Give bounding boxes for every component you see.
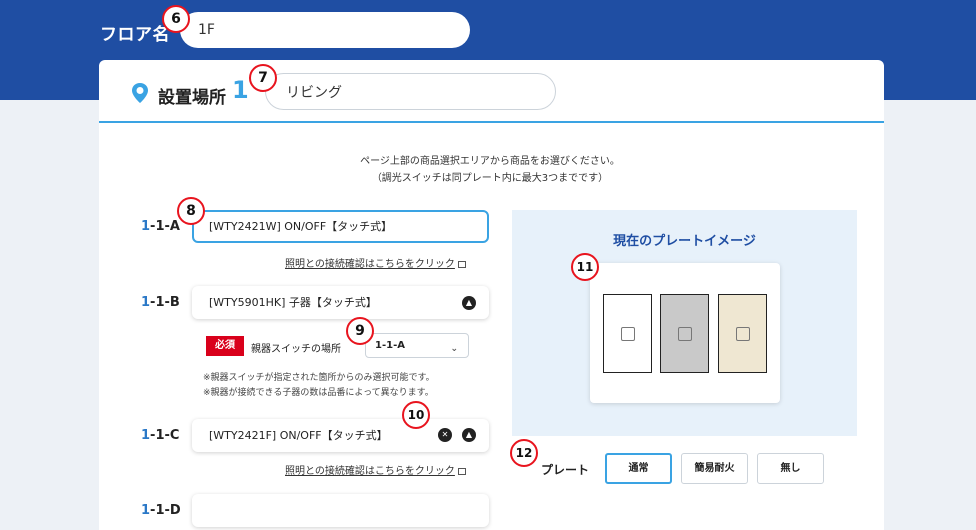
slot-label-suffix: -1-B: [150, 295, 180, 310]
location-pin-icon: [132, 83, 148, 103]
plate-option-fire-resistant[interactable]: 簡易耐火: [681, 453, 748, 484]
slot-select-d[interactable]: [192, 494, 489, 527]
close-icon[interactable]: ✕: [438, 428, 452, 442]
required-badge: 必須: [206, 336, 244, 356]
location-label: 設置場所: [158, 88, 226, 108]
link-text: 照明との接続確認はこちらをクリック: [285, 259, 455, 270]
plate-preview-2: [660, 294, 709, 373]
switch-square: [736, 327, 750, 341]
callout-badge: 11: [571, 253, 599, 281]
chevron-up-icon[interactable]: ▲: [462, 428, 476, 442]
callout-badge: 7: [249, 64, 277, 92]
callout-badge: 9: [346, 317, 374, 345]
callout-badge: 6: [162, 5, 190, 33]
slot-label-prefix: 1: [141, 428, 151, 443]
note-1: ※親器スイッチが指定された箇所からのみ選択可能です。: [203, 373, 435, 383]
plate-option-normal[interactable]: 通常: [605, 453, 672, 484]
slot-label-prefix: 1: [141, 295, 151, 310]
floor-name-label: フロア名: [100, 25, 170, 45]
plate-preview-3: [718, 294, 767, 373]
external-link-icon: [457, 467, 466, 475]
parent-switch-select[interactable]: 1-1-A ⌄: [365, 333, 469, 358]
switch-square: [678, 327, 692, 341]
slot-label-d: 1-1-D: [141, 503, 181, 518]
plate-preview-1: [603, 294, 652, 373]
callout-badge: 8: [177, 197, 205, 225]
floor-name-input[interactable]: [180, 12, 470, 48]
connection-check-link-a[interactable]: 照明との接続確認はこちらをクリック: [285, 255, 466, 270]
instruction-line-2: （調光スイッチは同プレート内に最大3つまでです）: [371, 173, 609, 184]
chevron-down-icon: ⌄: [450, 344, 458, 354]
slot-label-suffix: -1-D: [150, 503, 181, 518]
slot-label-prefix: 1: [141, 219, 151, 234]
plate-preview-title: 現在のプレートイメージ: [613, 234, 756, 249]
switch-square: [621, 327, 635, 341]
note-2: ※親器が接続できる子器の数は品番によって異なります。: [203, 388, 434, 398]
plate-option-none[interactable]: 無し: [757, 453, 824, 484]
parent-switch-label: 親器スイッチの場所: [251, 344, 341, 355]
slot-label-prefix: 1: [141, 503, 151, 518]
slot-label-b: 1-1-B: [141, 295, 180, 310]
connection-check-link-c[interactable]: 照明との接続確認はこちらをクリック: [285, 462, 466, 477]
slot-label-suffix: -1-A: [150, 219, 180, 234]
callout-badge: 10: [402, 401, 430, 429]
slot-value: [WTY5901HK] 子器【タッチ式】: [209, 296, 377, 309]
slot-label-a: 1-1-A: [141, 219, 180, 234]
slot-value: [WTY2421F] ON/OFF【タッチ式】: [209, 429, 388, 442]
chevron-up-icon[interactable]: ▲: [462, 296, 476, 310]
external-link-icon: [457, 260, 466, 268]
slot-select-b[interactable]: [WTY5901HK] 子器【タッチ式】: [192, 286, 489, 319]
location-name-input[interactable]: [265, 73, 556, 110]
instruction-line-1: ページ上部の商品選択エリアから商品をお選びください。: [360, 156, 620, 167]
parent-switch-value: 1-1-A: [375, 340, 405, 351]
slot-label-c: 1-1-C: [141, 428, 179, 443]
callout-badge: 12: [510, 439, 538, 467]
link-text: 照明との接続確認はこちらをクリック: [285, 466, 455, 477]
location-number: 1: [232, 76, 249, 104]
slot-label-suffix: -1-C: [150, 428, 180, 443]
plate-type-label: プレート: [541, 463, 590, 477]
card-divider: [99, 121, 884, 123]
slot-select-a[interactable]: [WTY2421W] ON/OFF【タッチ式】: [192, 210, 489, 243]
